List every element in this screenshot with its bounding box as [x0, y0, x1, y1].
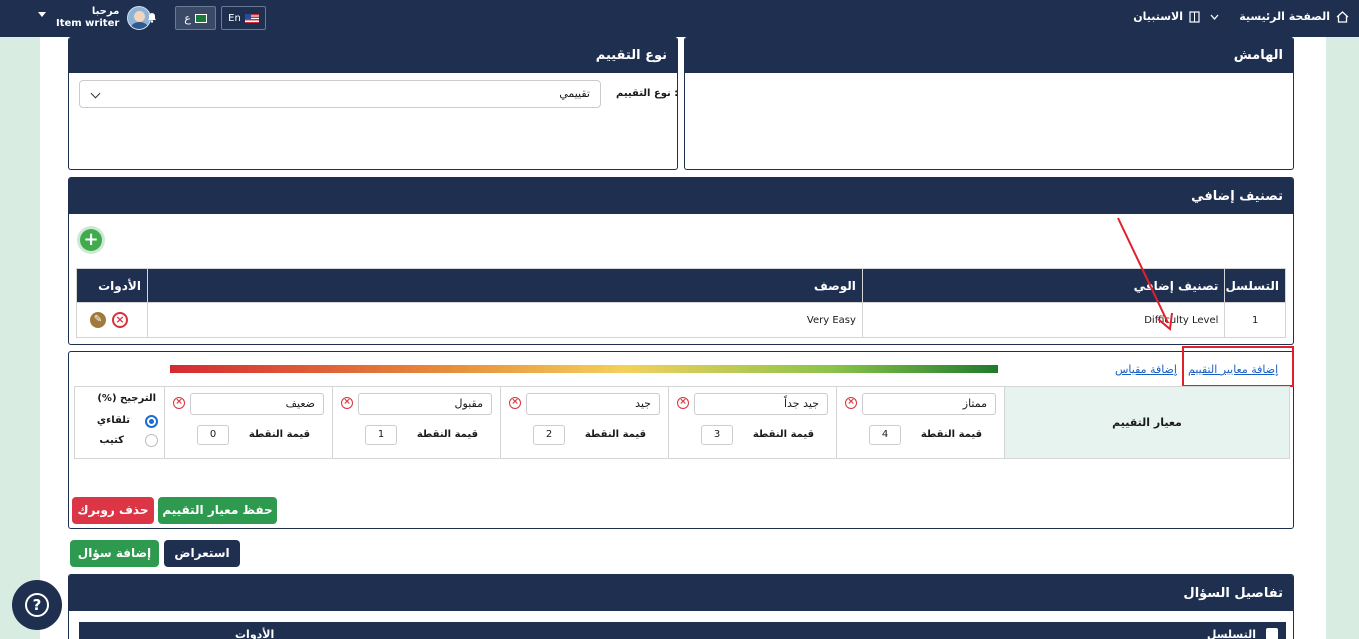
add-scale-link[interactable]: إضافة مقياس	[1115, 363, 1177, 376]
level-name-input[interactable]: ضعيف	[190, 393, 324, 415]
weight-auto-label: تلقاءي	[96, 415, 130, 426]
score-gradient-bar	[170, 365, 998, 373]
criteria-label: معيار التقييم	[1004, 386, 1290, 459]
weight-auto-radio[interactable]	[145, 415, 158, 428]
chevron-down-icon	[1210, 14, 1219, 20]
top-navbar: الصفحة الرئيسية الاستبيان مرحبا Item wri…	[0, 0, 1359, 37]
points-label: قيمة النقطة	[248, 429, 310, 440]
col-seq: التسلسل	[1224, 268, 1286, 303]
home-icon	[1336, 10, 1349, 23]
row-seq: 1	[1224, 302, 1286, 338]
level-name-input[interactable]: جيد جداً	[694, 393, 828, 415]
margin-panel-title: الهامش	[685, 37, 1293, 73]
delete-icon[interactable]: ×	[677, 397, 689, 409]
col-tools: الأدوات	[235, 628, 275, 639]
nav-home[interactable]: الصفحة الرئيسية	[1239, 10, 1349, 23]
greeting: مرحبا	[91, 6, 120, 17]
delete-icon[interactable]: ×	[845, 397, 857, 409]
level-name-input[interactable]: ممتاز	[862, 393, 996, 415]
annotation-highlight-box	[1182, 346, 1294, 387]
chevron-down-icon	[90, 88, 101, 99]
home-label: الصفحة الرئيسية	[1239, 10, 1330, 23]
evaluation-type-value: تقييمي	[559, 87, 590, 100]
user-menu[interactable]: مرحبا Item writer	[56, 6, 152, 30]
user-menu-caret-icon[interactable]	[38, 12, 46, 17]
us-flag-icon	[244, 13, 259, 23]
nav-survey-dropdown[interactable]: الاستبيان	[1133, 10, 1219, 23]
weight-manual-label: كتيب	[99, 435, 124, 446]
criteria-row: (%) الترجيح تلقاءي كتيب ضعيف × قيمة النق…	[74, 386, 1290, 459]
col-seq: التسلسل	[1206, 628, 1256, 639]
row-tools: ✎ ×	[76, 302, 148, 338]
lang-ar-label: ع	[184, 11, 191, 25]
evaluation-type-label: نوع التقييم :	[616, 88, 679, 99]
points-label: قيمة النقطة	[752, 429, 814, 440]
points-input[interactable]: 1	[365, 425, 397, 445]
level-cell: مقبول × قيمة النقطة 1	[332, 386, 501, 459]
weight-manual-radio[interactable]	[145, 434, 158, 447]
col-description: الوصف	[146, 268, 863, 303]
classification-table: الأدوات الوصف تصنيف إضافي التسلسل ✎ × Ve…	[76, 268, 1286, 338]
add-question-button[interactable]: إضافة سؤال	[70, 540, 159, 567]
points-input[interactable]: 0	[197, 425, 229, 445]
select-all-checkbox[interactable]	[1266, 628, 1278, 639]
evaluation-type-select[interactable]: تقييمي	[79, 80, 601, 108]
level-name-input[interactable]: جيد	[526, 393, 660, 415]
level-cell: ضعيف × قيمة النقطة 0	[164, 386, 333, 459]
col-tools: الأدوات	[76, 268, 148, 303]
delete-icon[interactable]: ×	[509, 397, 521, 409]
delete-rubric-button[interactable]: حذف روبرك	[72, 497, 154, 524]
weight-title: (%) الترجيح	[97, 393, 156, 404]
level-name-input[interactable]: مقبول	[358, 393, 492, 415]
points-input[interactable]: 2	[533, 425, 565, 445]
lang-english-button[interactable]: En	[221, 6, 266, 30]
row-description: Very Easy	[146, 302, 863, 338]
plus-icon: +	[83, 229, 99, 250]
classification-table-header: الأدوات الوصف تصنيف إضافي التسلسل	[76, 268, 1286, 303]
survey-label: الاستبيان	[1133, 10, 1183, 23]
user-name: Item writer	[56, 18, 120, 29]
points-label: قيمة النقطة	[920, 429, 982, 440]
save-criteria-button[interactable]: حفظ معيار التقييم	[158, 497, 277, 524]
preview-button[interactable]: استعراض	[164, 540, 240, 567]
points-input[interactable]: 4	[869, 425, 901, 445]
lang-en-label: En	[228, 12, 241, 24]
points-label: قيمة النقطة	[584, 429, 646, 440]
margin-panel: الهامش	[684, 37, 1294, 170]
question-details-title: تفاصيل السؤال	[69, 575, 1293, 611]
weight-cell: (%) الترجيح تلقاءي كتيب	[74, 386, 165, 459]
delete-icon[interactable]: ×	[341, 397, 353, 409]
add-classification-button[interactable]: +	[80, 229, 102, 251]
bell-icon[interactable]	[146, 11, 158, 23]
edit-icon[interactable]: ✎	[89, 312, 106, 328]
level-cell: جيد × قيمة النقطة 2	[500, 386, 669, 459]
help-button[interactable]: ?	[12, 580, 62, 630]
delete-icon[interactable]: ×	[111, 312, 128, 328]
delete-icon[interactable]: ×	[173, 397, 185, 409]
level-cell: ممتاز × قيمة النقطة 4	[836, 386, 1005, 459]
evaluation-type-title: نوع التقييم	[69, 37, 677, 73]
question-table-header: الأدوات التسلسل	[79, 622, 1286, 639]
arrow-annotation	[1117, 217, 1173, 331]
level-cell: جيد جداً × قيمة النقطة 3	[668, 386, 837, 459]
saudi-flag-icon	[194, 13, 207, 23]
criteria-table: (%) الترجيح تلقاءي كتيب ضعيف × قيمة النق…	[74, 386, 1290, 459]
lang-arabic-button[interactable]: ع	[175, 6, 216, 30]
points-label: قيمة النقطة	[416, 429, 478, 440]
survey-icon	[1189, 10, 1200, 23]
help-icon: ?	[25, 593, 49, 617]
table-row: ✎ × Very Easy Difficulty Level 1	[76, 302, 1286, 338]
points-input[interactable]: 3	[701, 425, 733, 445]
classification-panel-title: تصنيف إضافي	[69, 178, 1293, 214]
